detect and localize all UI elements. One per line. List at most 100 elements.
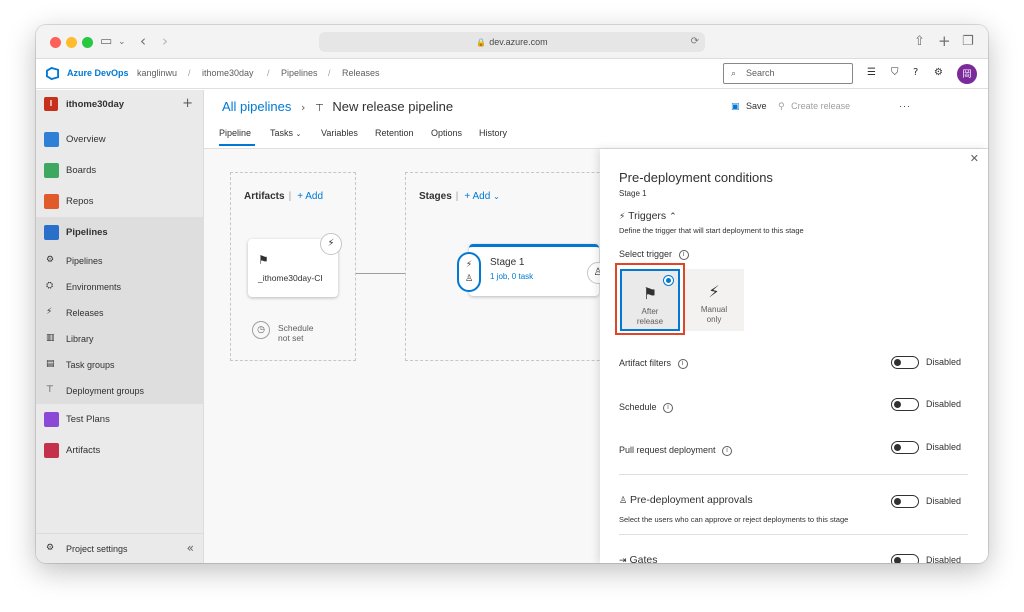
sidebar-item-repos[interactable]: Repos [36, 186, 204, 217]
stage-card[interactable]: Stage 1 1 job, 0 task [469, 244, 599, 296]
sidebar-subitem-library[interactable]: ▥ Library [36, 326, 204, 352]
page-title[interactable]: New release pipeline [332, 99, 453, 114]
select-trigger-label: Select trigger i [619, 249, 689, 260]
breadcrumb-project[interactable]: ithome30day [202, 68, 254, 78]
tab-overview-icon[interactable]: ❐ [962, 32, 974, 52]
all-pipelines-link[interactable]: All pipelines [222, 99, 291, 114]
tab-options[interactable]: Options [431, 128, 462, 138]
pull-request-toggle[interactable] [891, 441, 919, 454]
trigger-manual-only[interactable]: ⚡ Manual only [684, 269, 744, 331]
info-icon[interactable]: i [663, 402, 674, 413]
chevron-down-icon[interactable]: ⌄ [118, 32, 126, 52]
sidebar-subitem-label: Environments [66, 282, 122, 292]
add-label: Add [305, 191, 324, 202]
sidebar-item-boards[interactable]: Boards [36, 155, 204, 186]
add-artifact-button[interactable]: + Add [297, 191, 323, 202]
avatar[interactable]: 岡 [957, 64, 977, 84]
tab-retention[interactable]: Retention [375, 128, 414, 138]
gates-section[interactable]: ⇥ Gates [619, 554, 657, 563]
new-tab-icon[interactable]: + [938, 32, 951, 51]
browser-toolbar: ▭ ⌄ ‹ › 🔒 dev.azure.com ⟳ ⇧ + ❐ [36, 25, 988, 59]
highlight-box [615, 263, 685, 335]
marketplace-icon[interactable]: ⛉ [891, 67, 899, 78]
close-icon[interactable]: ✕ [970, 152, 979, 165]
sidebar-item-pipelines[interactable]: Pipelines [36, 217, 204, 248]
stage-detail[interactable]: 1 job, 0 task [490, 272, 533, 281]
select-trigger-text: Select trigger [619, 249, 673, 259]
back-icon[interactable]: ‹ [140, 32, 146, 51]
artifact-filters-toggle[interactable] [891, 356, 919, 369]
sidebar-item-test-plans[interactable]: Test Plans [36, 404, 204, 435]
sidebar-subitem-pipelines[interactable]: ⚙ Pipelines [36, 248, 204, 274]
project-settings[interactable]: ⚙ Project settings « [36, 533, 204, 563]
tab-history[interactable]: History [479, 128, 507, 138]
triggers-section-toggle[interactable]: ⚡ Triggers ⌃ [619, 210, 677, 222]
tab-pipeline[interactable]: Pipeline [219, 128, 251, 138]
pull-request-state: Disabled [926, 442, 962, 452]
trigger-manual-line-2: only [706, 315, 722, 324]
minimize-window-button[interactable] [66, 37, 77, 48]
sidebar-subitem-releases[interactable]: ⚡ Releases [36, 300, 204, 326]
create-release-button[interactable]: ⚲ Create release [778, 101, 850, 112]
sidebar-subitem-task-groups[interactable]: ▤ Task groups [36, 352, 204, 378]
add-icon[interactable]: + [182, 96, 193, 111]
close-window-button[interactable] [50, 37, 61, 48]
schedule-label: Schedule i [619, 402, 674, 413]
info-icon[interactable]: i [678, 249, 689, 260]
pull-request-label: Pull request deployment i [619, 445, 733, 456]
share-icon[interactable]: ⇧ [914, 32, 925, 52]
address-bar[interactable]: 🔒 dev.azure.com ⟳ [319, 32, 705, 52]
schedule-icon[interactable]: ◷ [252, 321, 270, 339]
gates-icon: ⇥ [619, 556, 627, 563]
sidebar-item-overview[interactable]: Overview [36, 124, 204, 155]
forward-icon[interactable]: › [162, 32, 168, 51]
test-plans-icon [44, 412, 59, 427]
sidebar-item-artifacts[interactable]: Artifacts [36, 435, 204, 466]
approvals-section[interactable]: ♙ Pre-deployment approvals [619, 494, 753, 506]
project-header[interactable]: I ithome30day + [36, 90, 203, 120]
tab-variables[interactable]: Variables [321, 128, 358, 138]
info-icon[interactable]: i [722, 445, 733, 456]
brand-link[interactable]: Azure DevOps [67, 68, 129, 78]
gates-state: Disabled [926, 555, 962, 563]
approvals-toggle[interactable] [891, 495, 919, 508]
more-actions-button[interactable]: ··· [899, 101, 911, 111]
sidebar-subitem-environments[interactable]: ⛭ Environments [36, 274, 204, 300]
azure-devops-logo-icon[interactable] [46, 67, 59, 80]
sidebar-subitem-deployment-groups[interactable]: ⊤ Deployment groups [36, 378, 204, 404]
sidebar-subitem-label: Pipelines [66, 256, 103, 266]
work-items-icon[interactable]: ☰ [867, 67, 876, 78]
zoom-window-button[interactable] [82, 37, 93, 48]
reload-icon[interactable]: ⟳ [691, 32, 699, 52]
continuous-deployment-trigger-icon[interactable]: ⚡ [320, 233, 342, 255]
trigger-icon: ⚡ [619, 212, 626, 222]
breadcrumb-org[interactable]: kanglinwu [137, 68, 177, 78]
add-stage-button[interactable]: + Add ⌄ [464, 191, 499, 202]
collapse-sidebar-icon[interactable]: « [187, 541, 194, 555]
schedule-line-1: Schedule [278, 323, 314, 333]
search-input[interactable]: ⌕ Search [723, 63, 853, 84]
triggers-description: Define the trigger that will start deplo… [619, 226, 804, 235]
schedule-status[interactable]: Schedule not set [278, 323, 313, 343]
help-icon[interactable]: ? [913, 67, 918, 78]
info-icon[interactable]: i [677, 358, 688, 369]
releases-icon: ⚡ [46, 307, 53, 317]
breadcrumb-pipelines[interactable]: Pipelines [281, 68, 318, 78]
schedule-toggle[interactable] [891, 398, 919, 411]
breadcrumb-separator: / [328, 68, 331, 78]
sidebar-subitem-label: Releases [66, 308, 104, 318]
repos-icon [44, 194, 59, 209]
gates-toggle[interactable] [891, 554, 919, 563]
tab-tasks[interactable]: Tasks ⌄ [270, 128, 301, 138]
sidebar-item-label: Overview [66, 134, 106, 145]
save-button[interactable]: ▣ Save [731, 101, 767, 112]
pre-deployment-conditions-button[interactable]: ⚡ ♙ [457, 252, 481, 292]
overview-icon [44, 132, 59, 147]
user-settings-icon[interactable]: ⚙ [934, 67, 943, 78]
project-name: ithome30day [66, 99, 125, 110]
project-settings-label: Project settings [66, 544, 128, 554]
breadcrumb-releases[interactable]: Releases [342, 68, 380, 78]
sidebar-toggle-icon[interactable]: ▭ [100, 32, 112, 52]
page-title-bar: All pipelines › ⊤ New release pipeline [222, 99, 453, 114]
artifact-filters-text: Artifact filters [619, 358, 672, 368]
